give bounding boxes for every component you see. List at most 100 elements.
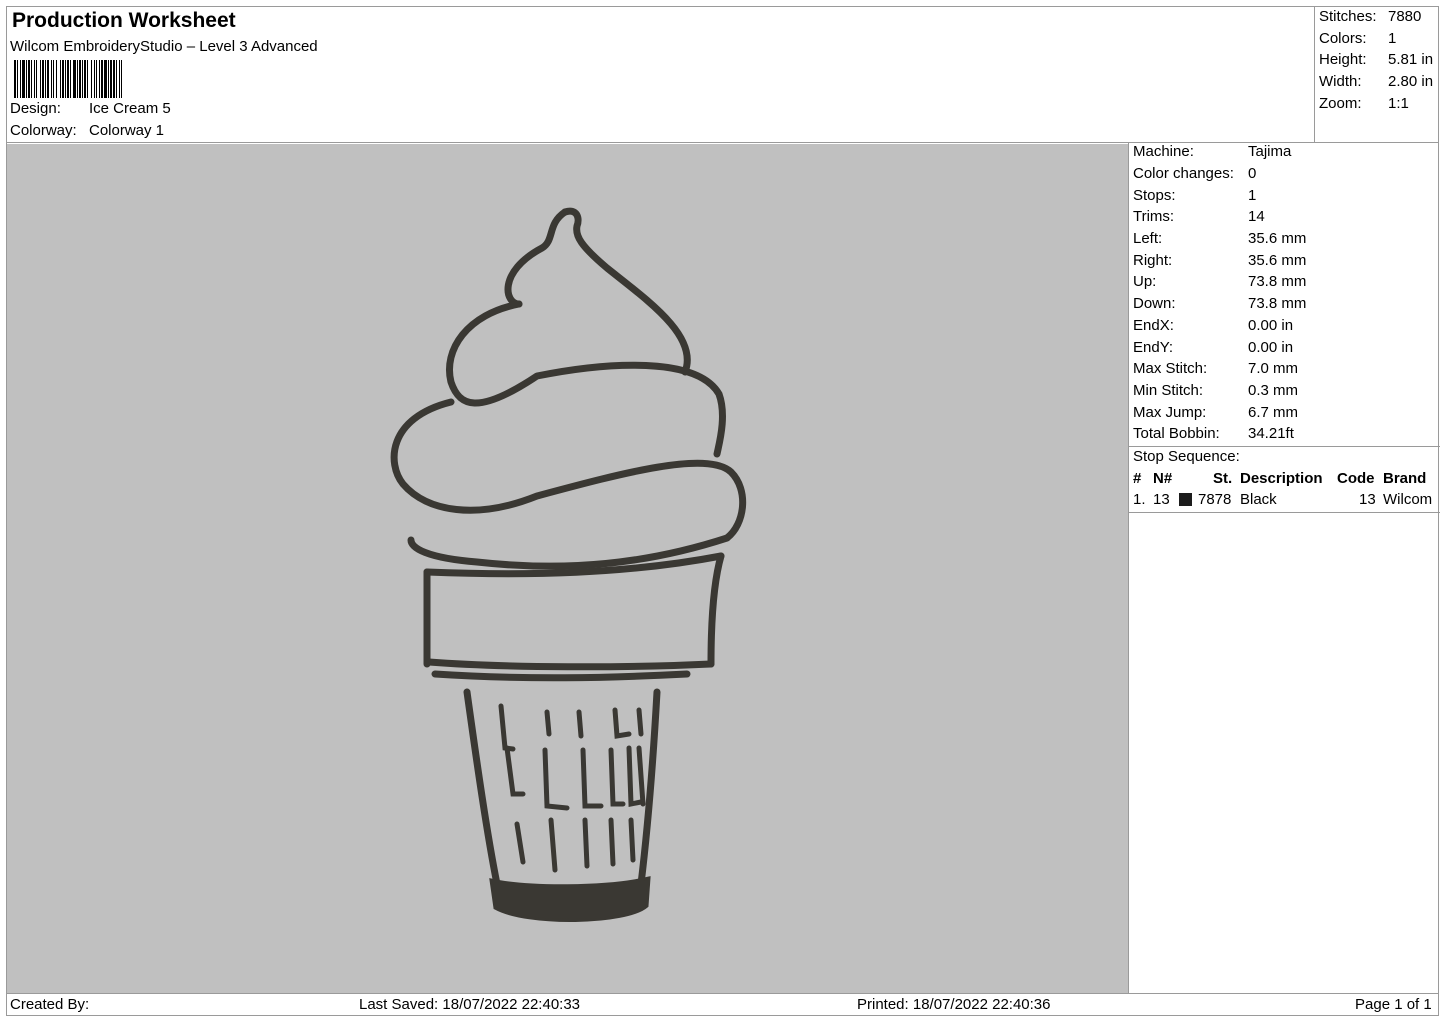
detail-label: Max Stitch: [1133,360,1208,377]
cone-left [463,688,501,888]
detail-value: 35.6 mm [1248,230,1307,247]
summary-row: Width: 2.80 in [1319,73,1433,90]
cone-tick [576,709,584,739]
stop-index: 1. [1133,491,1146,508]
detail-row: Min Stitch: 0.3 mm [1133,382,1298,403]
cone-tick [514,821,526,865]
cone-tick [580,747,604,809]
colorway-row: Colorway: Colorway 1 [10,122,164,139]
cone-tick [608,747,626,807]
detail-value: 73.8 mm [1248,295,1307,312]
design-preview-canvas [7,144,1128,993]
worksheet-header: Production Worksheet Wilcom EmbroiderySt… [6,6,1314,143]
detail-label: EndX: [1133,317,1174,334]
cone-upper-right [707,552,725,668]
detail-label: Left: [1133,230,1163,247]
stop-description: Black [1240,491,1277,508]
summary-label: Stitches: [1319,8,1377,25]
detail-row: EndY: 0.00 in [1133,339,1293,360]
detail-row: Total Bobbin: 34.21ft [1133,425,1294,446]
design-value: Ice Cream 5 [89,100,171,117]
cone-tick [548,817,558,873]
design-details-panel: Machine: Tajima Color changes: 0 Stops: 1 T… [1128,143,1440,993]
summary-row: Colors: 1 [1319,30,1396,47]
detail-label: Max Jump: [1133,404,1207,421]
detail-label: Stops: [1133,187,1176,204]
cone-tick [612,707,632,739]
detail-label: Up: [1133,273,1157,290]
created-by: Created By: [10,996,90,1013]
cone-tick [542,747,570,811]
detail-label: Machine: [1133,143,1194,160]
col-brand: Brand [1383,470,1427,487]
summary-label: Width: [1319,73,1362,90]
cone-tick [544,709,552,737]
swirl-bottom [390,398,747,542]
detail-label: Color changes: [1133,165,1234,182]
detail-value: 0.3 mm [1248,382,1299,399]
summary-box: Stitches: 7880 Colors: 1 Height: 5.81 in Wi… [1314,6,1439,143]
col-index: # [1133,470,1142,487]
detail-label: EndY: [1133,339,1174,356]
col-description: Description [1240,470,1323,487]
detail-label: Min Stitch: [1133,382,1204,399]
swirl-left-top [504,208,569,308]
page-title: Production Worksheet [12,9,236,32]
detail-row: Up: 73.8 mm [1133,273,1306,294]
detail-label: Total Bobbin: [1133,425,1220,442]
summary-label: Zoom: [1319,95,1362,112]
cone-tick [582,817,590,869]
detail-row: Color changes: 0 [1133,165,1256,186]
cone-tick [608,817,616,867]
summary-value: 1 [1388,30,1397,47]
summary-row: Height: 5.81 in [1319,51,1433,68]
barcode-image [14,60,122,98]
cone-tick [636,707,644,737]
col-stitches: St. [1213,470,1233,487]
stop-needle: 13 [1153,491,1170,508]
cone-band-bottom2 [431,670,691,682]
stop-stitches: 7878 [1198,491,1232,508]
detail-row: Trims: 14 [1133,208,1265,229]
summary-value: 7880 [1388,8,1422,25]
page-number: Page 1 of 1 [1355,996,1432,1013]
cone-tick [498,703,516,752]
detail-value: 6.7 mm [1248,404,1299,421]
detail-label: Trims: [1133,208,1175,225]
detail-value: 7.0 mm [1248,360,1299,377]
detail-value: 14 [1248,208,1265,225]
col-needle: N# [1153,470,1173,487]
detail-value: 0.00 in [1248,317,1294,334]
cone-tick [636,745,646,807]
stop-sequence-title: Stop Sequence: [1133,448,1240,465]
stop-code: 13 [1359,491,1376,508]
detail-value: 35.6 mm [1248,252,1307,269]
detail-row: Right: 35.6 mm [1133,252,1306,273]
cone-tick [628,817,636,863]
design-row: Design: Ice Cream 5 [10,100,171,117]
col-code: Code [1337,470,1375,487]
detail-label: Right: [1133,252,1173,269]
summary-row: Stitches: 7880 [1319,8,1421,25]
detail-label: Down: [1133,295,1176,312]
detail-row: Max Stitch: 7.0 mm [1133,360,1298,381]
cone-band-bottom [425,658,715,671]
detail-row: Down: 73.8 mm [1133,295,1306,316]
summary-value: 1:1 [1388,95,1409,112]
cone-base [489,876,651,923]
summary-label: Colors: [1319,30,1367,47]
detail-row: EndX: 0.00 in [1133,317,1293,338]
stop-brand: Wilcom [1383,491,1433,508]
summary-label: Height: [1319,51,1367,68]
summary-value: 5.81 in [1388,51,1434,68]
detail-value: 0.00 in [1248,339,1294,356]
panel-divider [1129,512,1440,513]
colorway-value: Colorway 1 [89,122,165,139]
worksheet-footer: Created By: Last Saved: 18/07/2022 22:40… [6,993,1439,1016]
software-name: Wilcom EmbroideryStudio – Level 3 Advanc… [10,38,318,55]
printed-date: Printed: 18/07/2022 22:40:36 [857,996,1051,1013]
last-saved: Last Saved: 18/07/2022 22:40:33 [359,996,581,1013]
detail-value: 0 [1248,165,1257,182]
colorway-label: Colorway: [10,122,77,139]
summary-value: 2.80 in [1388,73,1434,90]
